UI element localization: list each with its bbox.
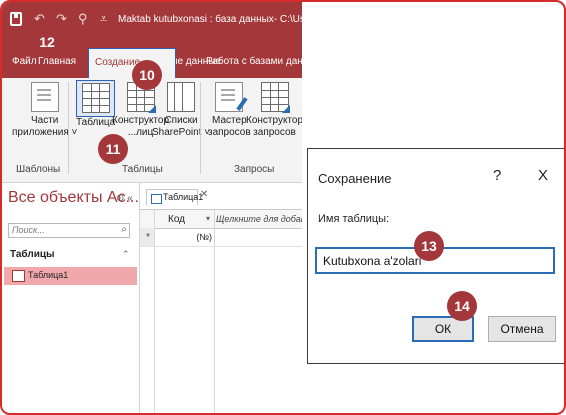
nav-search-input[interactable]: Поиск... ⌕ — [8, 223, 130, 238]
ribbon: Части приложения ˅ Шаблоны Таблица Конст… — [2, 78, 302, 183]
query-design-button[interactable]: Конструктор запросов — [246, 82, 302, 139]
ribbon-divider — [68, 82, 69, 174]
dialog-title: Сохранение — [318, 171, 392, 186]
save-icon[interactable] — [10, 12, 22, 26]
table-name-label: Имя таблицы: — [318, 213, 390, 225]
document-tab-table1[interactable]: Таблица1 — [146, 189, 203, 205]
screenshot-frame: ↶ ↷ ⚲ ⩡ Maktab kutubxonasi : база данных… — [0, 0, 566, 415]
datasheet-view: Таблица1 ✕ Код ▾ Щелкните для добавл * (… — [140, 183, 302, 413]
chevron-down-icon[interactable]: ▾ — [206, 214, 210, 223]
document-tab-label: Таблица1 — [163, 192, 204, 202]
grid-line — [154, 209, 155, 413]
search-icon[interactable]: ⌕ — [121, 224, 127, 235]
nav-item-label: Таблица1 — [28, 270, 69, 280]
close-icon[interactable]: X — [538, 167, 548, 184]
group-label-templates: Шаблоны — [16, 164, 61, 175]
table-label: Таблица — [76, 117, 116, 128]
redo-icon[interactable]: ↷ — [56, 11, 67, 27]
sharepoint-lists-button[interactable]: Списки SharePoint ˅ — [152, 82, 210, 139]
lists-label-2: SharePoint ˅ — [152, 127, 211, 138]
wizard-label-2: запросов — [208, 127, 251, 138]
table-button[interactable]: Таблица — [76, 80, 116, 129]
step-badge-14: 14 — [447, 291, 477, 321]
query-design-label-2: запросов — [253, 127, 296, 138]
query-design-label-1: Конструктор — [246, 115, 302, 126]
navigation-pane: Все объекты Ac... ⊙ « Поиск... ⌕ Таблицы… — [2, 183, 140, 413]
undo-icon[interactable]: ↶ — [34, 11, 45, 27]
table-icon — [151, 194, 162, 204]
customize-toolbar-icon[interactable]: ⩡ — [100, 11, 107, 27]
wizard-label-1: Мастер — [212, 115, 247, 126]
search-placeholder: Поиск... — [12, 225, 45, 235]
new-record-row[interactable]: * (№) — [140, 228, 302, 247]
table-icon — [81, 83, 110, 113]
window-title: Maktab kutubxonasi : база данных- C:\Use… — [118, 14, 302, 25]
chevron-up-icon[interactable]: ⌃ — [122, 249, 130, 260]
query-wizard-icon — [215, 82, 244, 112]
datasheet-header: Код ▾ Щелкните для добавл — [140, 209, 302, 229]
tab-home[interactable]: Главная — [38, 56, 76, 67]
autonumber-cell[interactable]: (№) — [184, 232, 212, 242]
grid-line — [214, 209, 215, 413]
group-label-tables: Таблицы — [122, 164, 163, 175]
query-design-icon — [260, 82, 290, 113]
sharepoint-list-icon — [167, 82, 196, 112]
nav-item-table1[interactable]: Таблица1 — [4, 267, 137, 285]
new-record-marker: * — [146, 232, 150, 243]
step-badge-13: 13 — [414, 231, 444, 261]
step-badge-12: 12 — [34, 30, 60, 54]
lists-label-1: Списки — [164, 115, 198, 126]
cancel-button[interactable]: Отмена — [488, 316, 556, 342]
table-icon — [12, 270, 25, 282]
pin-icon[interactable]: ⚲ — [78, 11, 88, 27]
application-parts-icon — [30, 82, 59, 112]
table-button-highlight — [76, 80, 116, 117]
tab-file[interactable]: Файл — [12, 56, 37, 67]
column-header-add[interactable]: Щелкните для добавл — [216, 214, 302, 224]
group-label-queries: Запросы — [234, 164, 275, 175]
ribbon-divider — [200, 82, 201, 174]
help-icon[interactable]: ? — [493, 167, 501, 184]
step-badge-10: 10 — [132, 60, 162, 90]
close-tab-icon[interactable]: ✕ — [200, 189, 208, 200]
column-header-code[interactable]: Код — [168, 214, 185, 225]
nav-menu-icon[interactable]: ⊙ « — [116, 193, 133, 204]
step-badge-11: 11 — [98, 134, 128, 164]
query-wizard-button[interactable]: Мастер запросов — [208, 82, 251, 139]
nav-group-tables[interactable]: Таблицы — [10, 249, 55, 260]
